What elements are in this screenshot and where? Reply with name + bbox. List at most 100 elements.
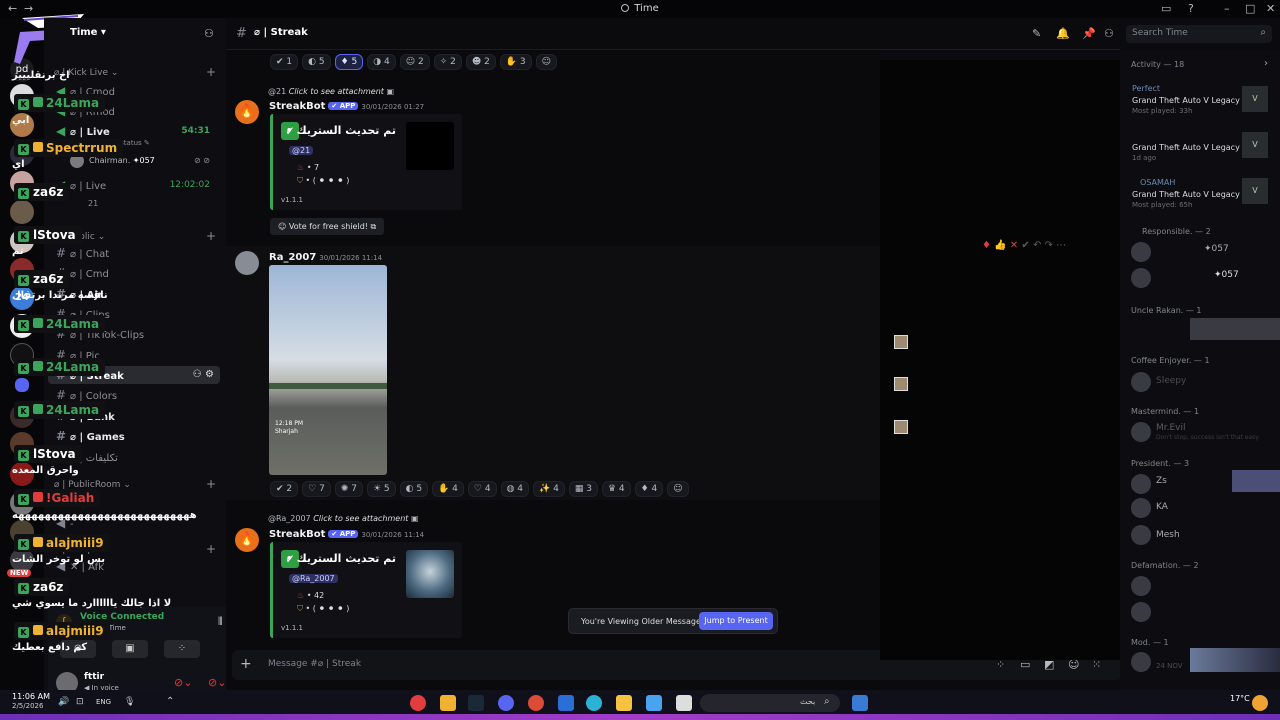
reply-reference[interactable]: @Ra_2007 Click to see attachment ▣: [268, 514, 419, 523]
avatar[interactable]: [1131, 242, 1151, 262]
language-indicator[interactable]: ENG: [96, 698, 111, 706]
steam-icon[interactable]: [468, 695, 484, 711]
avatar[interactable]: [1131, 422, 1151, 442]
reaction[interactable]: ✨ 4: [533, 481, 565, 497]
store-icon[interactable]: [558, 695, 574, 711]
add-channel-icon[interactable]: +: [206, 65, 216, 79]
add-channel-icon[interactable]: +: [206, 542, 216, 556]
message-input[interactable]: Message #⌀ | Streak: [268, 659, 361, 669]
overlay-username[interactable]: Kza6z: [14, 270, 70, 288]
add-channel-icon[interactable]: +: [206, 477, 216, 491]
user-mention[interactable]: @Ra_2007: [289, 574, 338, 583]
overlay-username[interactable]: KlStova: [14, 226, 82, 244]
threads-icon[interactable]: ✎: [1032, 27, 1041, 40]
overlay-username[interactable]: Kza6z: [14, 183, 70, 201]
reaction[interactable]: ♡ 7: [302, 481, 331, 497]
avatar[interactable]: [1131, 268, 1151, 288]
reaction[interactable]: ▦ 3: [568, 481, 598, 497]
reaction[interactable]: ♡ 4: [467, 481, 497, 497]
help-icon[interactable]: ?: [1188, 2, 1194, 15]
reaction[interactable]: ◐ 5: [302, 54, 331, 70]
discord-icon[interactable]: [498, 695, 514, 711]
clock-date[interactable]: 2/5/2026: [12, 702, 43, 710]
search-input[interactable]: Search Time: [1132, 28, 1188, 38]
avatar[interactable]: [235, 251, 259, 275]
clock-time[interactable]: 11:06 AM: [12, 692, 50, 701]
overlay-username[interactable]: K 24Lama: [14, 94, 106, 112]
member-name[interactable]: KA: [1156, 502, 1168, 512]
overlay-username[interactable]: Kalajmiii9: [14, 622, 110, 640]
avatar[interactable]: [1131, 602, 1151, 622]
embed-thumbnail[interactable]: [406, 550, 454, 598]
overlay-username[interactable]: Kza6z: [14, 578, 70, 596]
reaction[interactable]: ✋ 4: [432, 481, 464, 497]
weather-icon[interactable]: [1252, 695, 1268, 711]
network-icon[interactable]: ⊡: [76, 697, 84, 707]
member-name[interactable]: Sleepy: [1156, 376, 1186, 386]
avatar[interactable]: [1131, 525, 1151, 545]
reaction[interactable]: ◍ 4: [500, 481, 530, 497]
app-icon[interactable]: [410, 695, 426, 711]
edge-icon[interactable]: [586, 695, 602, 711]
sticker-thumbnail[interactable]: [894, 377, 908, 391]
deafen-icon[interactable]: ⊘⌄: [208, 676, 226, 689]
avatar[interactable]: 🔥: [235, 528, 259, 552]
channel-settings-icon[interactable]: ⚇ ⚙: [193, 366, 214, 384]
voice-channel-live[interactable]: ◀ ⌀ | Live 54:31: [48, 122, 220, 140]
message-author[interactable]: StreakBot ✔ APP 30/01/2026 11:14: [269, 529, 424, 540]
activities-button[interactable]: ⁘: [164, 640, 200, 658]
reaction[interactable]: ✔ 1: [270, 54, 299, 70]
reaction[interactable]: ♛ 4: [601, 481, 631, 497]
reaction[interactable]: ◑ 4: [367, 54, 396, 70]
embed-thumbnail[interactable]: [406, 122, 454, 170]
overlay-username[interactable]: K 24Lama: [14, 358, 106, 376]
add-channel-icon[interactable]: +: [206, 229, 216, 243]
volume-icon[interactable]: 🔊: [58, 697, 69, 707]
member-tag[interactable]: ✦057: [1214, 270, 1239, 280]
channel-chat[interactable]: # ⌀ | Chat: [48, 244, 220, 262]
add-reaction-icon[interactable]: ☺: [535, 54, 558, 70]
folder-icon[interactable]: [616, 695, 632, 711]
user-mention[interactable]: @21: [289, 146, 314, 155]
activity-game[interactable]: Grand Theft Auto V Legacy: [1132, 143, 1240, 152]
weather-temp[interactable]: 17°C: [1230, 694, 1250, 703]
avatar[interactable]: [1131, 474, 1151, 494]
mic-icon[interactable]: 🎙: [124, 697, 135, 707]
server-name[interactable]: Time ▾: [70, 27, 106, 38]
message-author[interactable]: StreakBot ✔ APP 30/01/2026 01:27: [269, 101, 424, 112]
reaction-icon[interactable]: ♦: [982, 240, 991, 251]
vote-button[interactable]: ☺ Vote for free shield! ⧉: [270, 218, 385, 235]
reaction[interactable]: ✋ 3: [499, 54, 532, 70]
avatar[interactable]: 🔥: [235, 100, 259, 124]
sticker-thumbnail[interactable]: [894, 335, 908, 349]
attached-photo[interactable]: 12:18 PM Sharjah: [269, 265, 387, 475]
member-list-icon[interactable]: ⚇: [1104, 27, 1114, 40]
noise-suppression-icon[interactable]: ⫴: [218, 615, 223, 629]
minimize-icon[interactable]: –: [1224, 2, 1230, 15]
reaction[interactable]: ♦ 5: [334, 54, 364, 70]
server-icon-6[interactable]: [10, 200, 34, 224]
jump-to-present-button[interactable]: Jump to Present: [699, 612, 773, 630]
activity-game[interactable]: Grand Theft Auto V Legacy: [1132, 96, 1240, 105]
overlay-username[interactable]: KlStova: [14, 445, 82, 463]
app-icon[interactable]: [676, 695, 692, 711]
reaction[interactable]: ☀ 5: [366, 481, 396, 497]
sticker-thumbnail[interactable]: [894, 420, 908, 434]
chevron-up-icon[interactable]: ⌃: [166, 696, 174, 707]
reaction[interactable]: ☺ 2: [399, 54, 430, 70]
avatar[interactable]: [1131, 652, 1151, 672]
voice-user-chairman[interactable]: Chairman. ✦057: [89, 156, 155, 165]
user-name[interactable]: fttir: [84, 672, 104, 682]
member-name[interactable]: Mesh: [1156, 530, 1180, 540]
search-box[interactable]: Search Time ⌕: [1126, 25, 1272, 43]
reply-icon[interactable]: ↶: [1033, 240, 1041, 251]
mute-icon[interactable]: ⊘⌄: [174, 676, 192, 689]
reaction[interactable]: ✔ 2: [270, 481, 299, 497]
voice-connected-status[interactable]: Voice Connected: [80, 612, 164, 622]
add-reaction-icon[interactable]: ☺: [667, 481, 689, 497]
app-icon[interactable]: [646, 695, 662, 711]
member-name[interactable]: Mr.Evil: [1156, 423, 1186, 433]
app-icon[interactable]: [440, 695, 456, 711]
close-icon[interactable]: ✕: [1010, 240, 1018, 251]
windows-start-icon[interactable]: [852, 695, 868, 711]
